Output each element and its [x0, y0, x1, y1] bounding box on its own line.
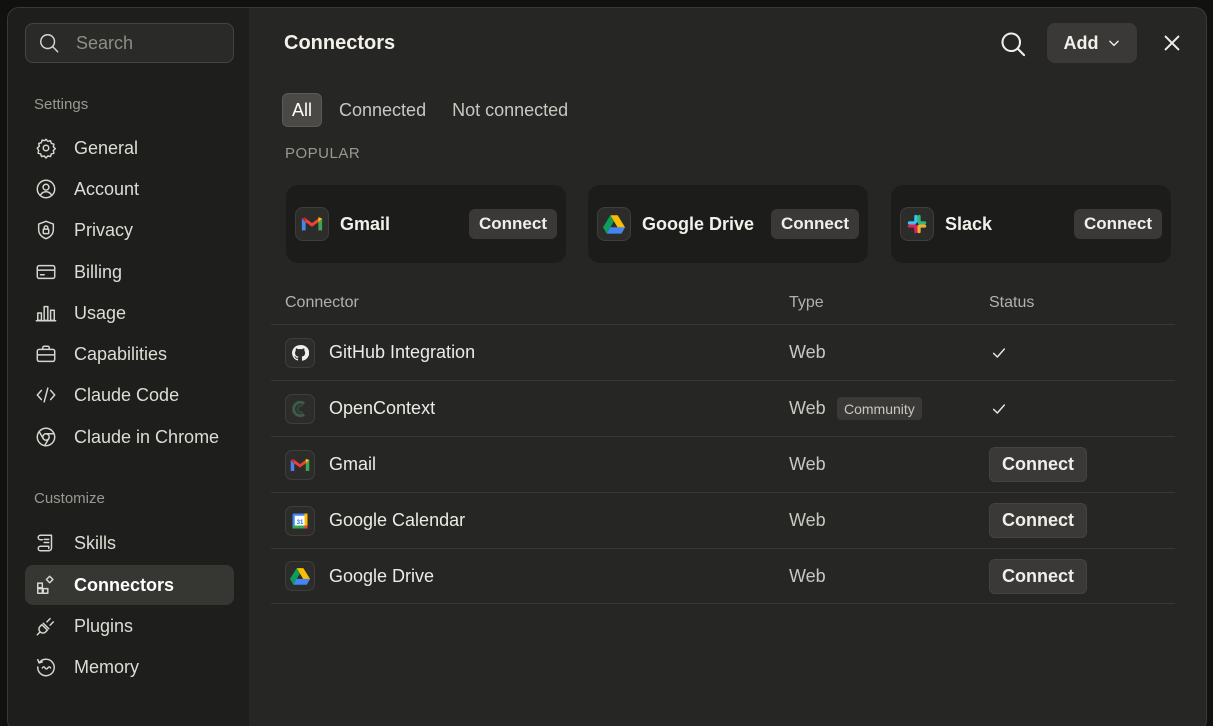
- column-header-connector: Connector: [285, 294, 359, 311]
- connect-button[interactable]: Connect: [469, 209, 557, 239]
- gear-icon: [36, 138, 57, 159]
- connector-type: Web: [789, 454, 826, 474]
- connector-name: Gmail: [329, 454, 377, 474]
- plug-icon: [36, 617, 55, 636]
- opencontext-icon: [285, 393, 315, 424]
- connector-type: Web: [789, 510, 826, 530]
- sidebar-item-privacy[interactable]: Privacy: [25, 210, 234, 250]
- close-icon[interactable]: [1161, 32, 1183, 54]
- filter-tabs: All Connected Not connected: [282, 93, 577, 127]
- popular-card-slack: Slack Connect: [891, 185, 1171, 263]
- sidebar-item-label: Privacy: [74, 219, 134, 240]
- connect-button[interactable]: Connect: [989, 558, 1087, 594]
- community-badge: Community: [837, 397, 922, 420]
- connector-name: OpenContext: [329, 398, 436, 418]
- sidebar-item-capabilities[interactable]: Capabilities: [25, 334, 234, 374]
- sidebar-item-account[interactable]: Account: [25, 169, 234, 209]
- connector-name: Google Drive: [329, 565, 435, 586]
- sidebar-item-label: Capabilities: [74, 343, 168, 364]
- memory-icon: [37, 658, 55, 677]
- credit-card-icon: [36, 264, 56, 280]
- connector-type: Web: [789, 398, 826, 418]
- settings-window: Search Settings General Account Privacy …: [7, 7, 1207, 726]
- sidebar-item-connectors[interactable]: Connectors: [25, 565, 234, 605]
- sidebar-item-label: Skills: [74, 532, 117, 553]
- sidebar-item-label: Claude in Chrome: [74, 426, 220, 447]
- calendar-day-text: 31: [297, 520, 304, 526]
- table-row[interactable]: Gmail Web Connect: [271, 436, 1175, 492]
- connect-button[interactable]: Connect: [989, 447, 1087, 482]
- connector-name: Google Calendar: [329, 510, 466, 530]
- connect-button[interactable]: Connect: [989, 503, 1087, 538]
- popular-card-name: Slack: [945, 213, 993, 234]
- popular-section-label: POPULAR: [285, 145, 361, 162]
- shield-lock-icon: [37, 220, 55, 240]
- table-row[interactable]: OpenContext Web Community: [271, 380, 1175, 436]
- main-panel: Connectors Add All Connected Not connect…: [249, 8, 1206, 726]
- sidebar-item-label: Billing: [74, 261, 123, 282]
- connector-type: Web: [789, 565, 826, 586]
- settings-section-label: Settings: [34, 96, 89, 113]
- gmail-icon: [285, 449, 315, 480]
- chevron-down-icon: [1108, 40, 1119, 47]
- sidebar-item-label: Usage: [74, 302, 127, 323]
- google-drive-icon: [597, 207, 631, 241]
- check-icon: [992, 403, 1006, 414]
- column-header-type: Type: [789, 294, 824, 311]
- google-drive-icon: [285, 561, 315, 591]
- sidebar-item-label: Claude Code: [74, 384, 180, 405]
- tab-all[interactable]: All: [282, 93, 323, 127]
- add-button-label: Add: [1063, 32, 1099, 53]
- sidebar-item-claude-in-chrome[interactable]: Claude in Chrome: [25, 417, 234, 457]
- sidebar-item-general[interactable]: General: [25, 128, 234, 168]
- sidebar: Search Settings General Account Privacy …: [8, 8, 249, 726]
- page-title: Connectors: [284, 32, 396, 54]
- connect-button[interactable]: Connect: [771, 209, 859, 239]
- google-calendar-icon: 31: [285, 505, 315, 536]
- sidebar-item-usage[interactable]: Usage: [25, 293, 234, 333]
- search-icon: [40, 34, 59, 53]
- sidebar-item-memory[interactable]: Memory: [25, 647, 234, 687]
- sidebar-item-billing[interactable]: Billing: [25, 252, 234, 292]
- table-row[interactable]: Google Drive Web Connect: [271, 548, 1175, 604]
- briefcase-icon: [36, 345, 56, 363]
- gmail-icon: [295, 207, 329, 241]
- slack-icon: [900, 207, 934, 241]
- connector-name: GitHub Integration: [329, 342, 476, 362]
- scroll-icon: [37, 534, 53, 552]
- tab-not-connected[interactable]: Not connected: [443, 93, 577, 127]
- sidebar-item-plugins[interactable]: Plugins: [25, 606, 234, 646]
- code-icon: [36, 387, 56, 403]
- search-input[interactable]: Search: [25, 23, 234, 63]
- customize-section-label: Customize: [34, 490, 105, 507]
- sidebar-item-label: General: [74, 137, 139, 158]
- search-icon[interactable]: [999, 30, 1027, 58]
- bar-chart-icon: [35, 305, 57, 322]
- search-placeholder: Search: [76, 32, 134, 53]
- connector-type: Web: [789, 342, 826, 362]
- connect-button[interactable]: Connect: [1074, 209, 1162, 239]
- popular-card-google-drive: Google Drive Connect: [588, 185, 868, 263]
- table-row[interactable]: 31 Google Calendar Web Connect: [271, 492, 1175, 548]
- sidebar-item-label: Connectors: [74, 574, 175, 595]
- user-circle-icon: [36, 179, 56, 199]
- popular-card-name: Gmail: [340, 213, 391, 234]
- popular-card-gmail: Gmail Connect: [286, 185, 566, 263]
- popular-card-name: Google Drive: [642, 213, 755, 234]
- sidebar-item-label: Memory: [74, 656, 140, 677]
- add-button[interactable]: Add: [1047, 23, 1137, 63]
- table-row[interactable]: GitHub Integration Web: [271, 324, 1175, 380]
- check-icon: [992, 347, 1006, 358]
- sidebar-item-skills[interactable]: Skills: [25, 523, 234, 563]
- sidebar-item-label: Plugins: [74, 615, 134, 636]
- column-header-status: Status: [989, 294, 1035, 311]
- github-icon: [285, 337, 315, 368]
- tab-connected[interactable]: Connected: [330, 93, 435, 127]
- sidebar-item-claude-code[interactable]: Claude Code: [25, 375, 234, 415]
- sidebar-item-label: Account: [74, 178, 140, 199]
- chrome-icon: [36, 427, 56, 447]
- connectors-icon: [37, 575, 54, 594]
